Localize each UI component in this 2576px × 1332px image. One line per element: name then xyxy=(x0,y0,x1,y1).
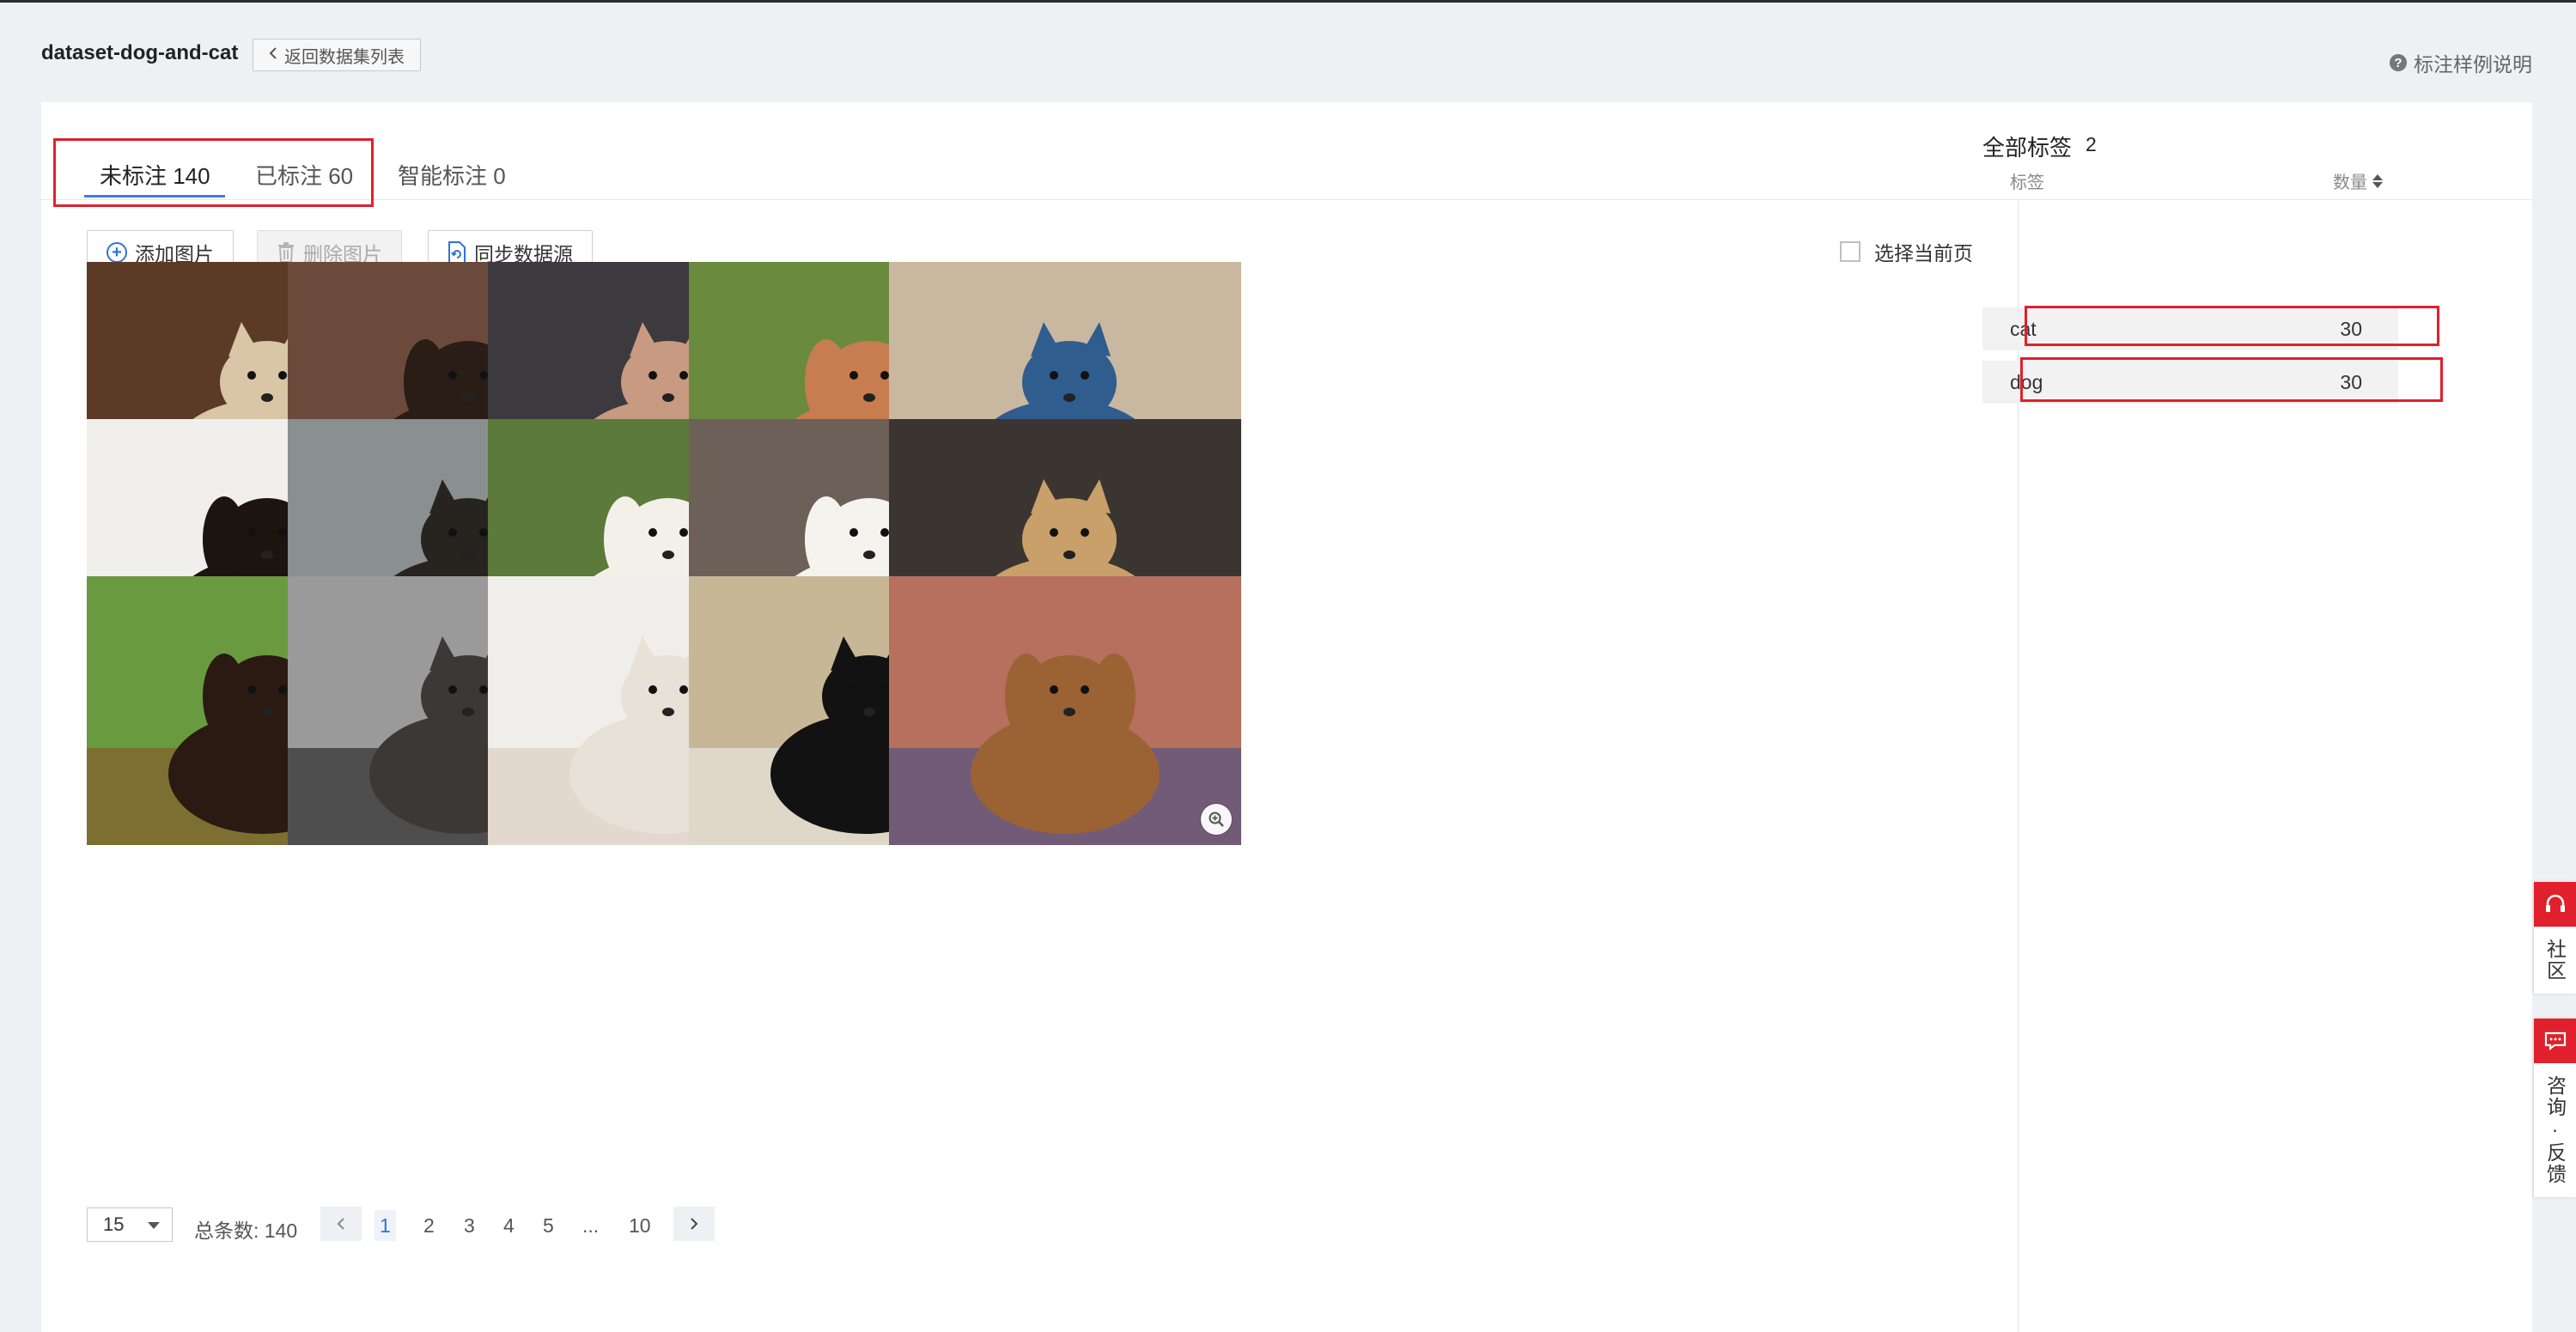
label-column-header: 标签 xyxy=(2010,173,2044,192)
tabs-highlight-box xyxy=(53,138,374,207)
chevron-left-icon xyxy=(337,1218,344,1230)
page-ellipsis[interactable]: ... xyxy=(582,1214,599,1238)
help-link-label: 标注样例说明 xyxy=(2414,53,2532,76)
sync-file-icon xyxy=(448,241,466,264)
tabs-bar: 未标注 140 已标注 60 智能标注 0 xyxy=(41,102,2532,200)
dog-photo xyxy=(889,576,1241,845)
all-labels-title: 全部标签 xyxy=(1982,135,2073,161)
feedback-widget[interactable]: 咨询·反馈 xyxy=(2534,1019,2576,1197)
page-5[interactable]: 5 xyxy=(543,1214,554,1238)
community-label: 社区 xyxy=(2543,939,2567,982)
feedback-label: 咨询·反馈 xyxy=(2543,1075,2567,1185)
prev-page-button[interactable] xyxy=(320,1207,362,1241)
tab-smart-labeling[interactable]: 智能标注 0 xyxy=(398,159,506,191)
back-to-list-button[interactable]: 返回数据集列表 xyxy=(253,39,421,71)
page-4[interactable]: 4 xyxy=(503,1214,515,1238)
chat-bubble-icon xyxy=(2534,1019,2576,1063)
page-size-select[interactable]: 15 xyxy=(87,1207,173,1242)
dataset-title: dataset-dog-and-cat xyxy=(41,41,239,64)
plus-circle-icon: + xyxy=(107,242,127,263)
caret-down-icon xyxy=(148,1222,160,1229)
question-circle-icon: ? xyxy=(2390,54,2407,71)
top-border xyxy=(0,0,2576,3)
all-labels-count: 2 xyxy=(2086,133,2097,155)
select-current-page[interactable]: 选择当前页 xyxy=(1840,237,1973,266)
image-thumbnail[interactable] xyxy=(889,576,1241,845)
cat-label-highlight-box xyxy=(2025,306,2439,346)
page-10[interactable]: 10 xyxy=(629,1214,651,1238)
chevron-right-icon xyxy=(691,1218,698,1230)
page-2[interactable]: 2 xyxy=(423,1214,435,1238)
select-page-checkbox[interactable] xyxy=(1840,241,1860,262)
quantity-column-header[interactable]: 数量 xyxy=(2333,168,2383,193)
trash-icon xyxy=(277,241,295,264)
chevron-left-icon xyxy=(269,46,277,65)
quantity-header-label: 数量 xyxy=(2333,173,2367,192)
community-widget[interactable]: 社区 xyxy=(2534,882,2576,994)
select-page-label: 选择当前页 xyxy=(1874,242,1973,265)
main-panel: 未标注 140 已标注 60 智能标注 0 + 添加图片 删除图片 同步数据源 … xyxy=(41,102,2532,1332)
back-button-label: 返回数据集列表 xyxy=(284,47,405,67)
next-page-button[interactable] xyxy=(673,1207,715,1241)
page-size-value: 15 xyxy=(103,1213,125,1235)
dog-label-highlight-box xyxy=(2020,357,2443,402)
page-1[interactable]: 1 xyxy=(375,1210,396,1241)
total-count: 总条数: 140 xyxy=(194,1219,298,1242)
zoom-in-icon[interactable] xyxy=(1201,804,1232,835)
headset-icon xyxy=(2534,882,2576,927)
sort-icon[interactable] xyxy=(2372,173,2383,188)
annotation-example-help-link[interactable]: ? 标注样例说明 xyxy=(2390,48,2532,77)
page-3[interactable]: 3 xyxy=(464,1214,475,1238)
